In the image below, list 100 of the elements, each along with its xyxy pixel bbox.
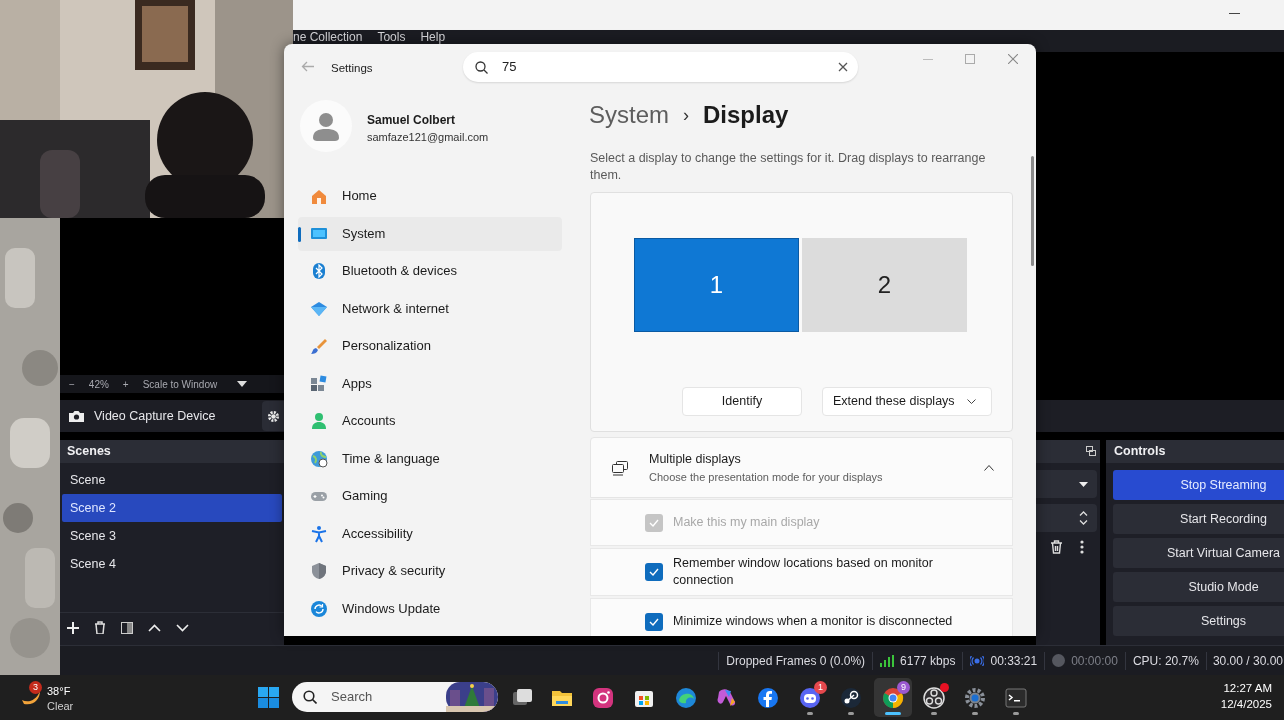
nav-item[interactable]: Accounts — [298, 404, 562, 438]
filter-icon[interactable] — [121, 621, 133, 634]
nav-item[interactable]: Windows Update — [298, 591, 562, 626]
dock-title: Controls — [1114, 443, 1166, 461]
avatar-icon — [300, 100, 352, 152]
search-input[interactable]: Search — [331, 687, 421, 707]
weather-condition: Clear — [47, 699, 74, 714]
menu-item[interactable]: ne Collection — [293, 31, 363, 44]
control-button[interactable]: Stop Streaming — [1113, 470, 1284, 500]
zoom-out-button[interactable]: − — [69, 376, 75, 392]
caret-icon — [1079, 481, 1088, 487]
camera-app-icon — [591, 686, 615, 710]
breadcrumb-parent[interactable]: System — [589, 98, 669, 132]
bitrate: 6177 kbps — [900, 652, 956, 670]
zoom-in-button[interactable]: + — [122, 376, 129, 392]
recorder-icon — [922, 686, 946, 710]
shield-icon — [310, 562, 328, 580]
clock-date[interactable]: 12/4/2025 — [1220, 696, 1272, 712]
control-button[interactable]: Start Recording — [1113, 504, 1284, 534]
terminal-icon — [1004, 686, 1028, 710]
update-icon — [310, 599, 328, 618]
nav-item[interactable]: Home — [298, 179, 562, 213]
displays-icon — [611, 459, 629, 476]
user-email: samfaze121@gmail.com — [367, 130, 489, 145]
multiple-displays-expander[interactable]: Multiple displays Choose the presentation mode for your displays — [590, 437, 1013, 498]
checkbox[interactable] — [645, 563, 663, 581]
undock-icon[interactable] — [1086, 446, 1096, 456]
menu-item[interactable]: Help — [420, 31, 446, 44]
dropdown-field[interactable] — [1036, 470, 1097, 498]
page-title: Display — [703, 100, 789, 130]
identify-button[interactable]: Identify — [682, 387, 802, 416]
trash-icon[interactable] — [1050, 540, 1063, 554]
minimize-icon[interactable] — [1229, 13, 1240, 15]
control-button[interactable]: Start Virtual Camera — [1113, 538, 1284, 568]
search-field[interactable]: 75 — [463, 52, 858, 82]
nav-item[interactable]: Bluetooth & devices — [298, 254, 562, 288]
source-properties-button[interactable] — [262, 401, 284, 431]
search-icon — [303, 690, 317, 704]
scene-item[interactable]: Scene 2 — [62, 494, 282, 522]
decrement-icon[interactable] — [1079, 520, 1088, 525]
trash-icon[interactable] — [94, 621, 106, 634]
spin-field[interactable] — [1036, 504, 1097, 532]
clock-time[interactable]: 12:27 AM — [1223, 680, 1272, 696]
scene-item[interactable]: Scene — [62, 466, 282, 494]
scene-item[interactable]: Scene 4 — [62, 550, 282, 578]
chat-app-icon — [798, 686, 822, 710]
clear-icon[interactable] — [838, 62, 848, 72]
move-up-icon[interactable] — [148, 623, 161, 632]
cpu-usage: CPU: 20.7% — [1124, 651, 1206, 670]
taskbar-app[interactable]: 9 — [874, 678, 912, 717]
record-time: 00:00:00 — [1071, 652, 1118, 670]
menu-item[interactable]: Tools — [377, 31, 406, 44]
control-button[interactable]: Studio Mode — [1113, 572, 1284, 602]
checkbox[interactable] — [645, 612, 663, 631]
chevron-up-icon[interactable] — [984, 464, 994, 471]
taskbar-app[interactable]: 1 — [791, 678, 829, 717]
nav-item[interactable]: Gaming — [298, 479, 562, 513]
user-name: Samuel Colbert — [367, 112, 456, 129]
record-icon — [1052, 654, 1066, 667]
checkbox-label: Remember window locations based on monitor connection — [673, 555, 934, 589]
accessibility-icon — [310, 524, 328, 543]
window-title: Settings — [331, 61, 373, 76]
stream-time: 00:33:21 — [990, 652, 1038, 670]
nav-item[interactable]: Time & language — [298, 441, 562, 476]
start-icon[interactable] — [258, 687, 279, 708]
nav-item[interactable]: Privacy & security — [298, 554, 562, 588]
streaming-icon — [970, 655, 985, 666]
breadcrumb-separator: › — [683, 104, 689, 127]
search-icon — [475, 60, 488, 74]
temperature: 38°F — [47, 684, 71, 699]
notification-badge: 9 — [897, 681, 910, 694]
control-button[interactable]: Settings — [1113, 606, 1284, 636]
brush-icon — [310, 337, 328, 355]
checkbox-label: Make this my main display — [673, 514, 821, 531]
increment-icon[interactable] — [1079, 511, 1088, 516]
search-field[interactable]: Search — [292, 682, 498, 712]
check-icon — [649, 518, 659, 527]
browser-icon — [674, 686, 698, 710]
nav-item[interactable]: Accessibility — [298, 516, 562, 551]
close-icon[interactable] — [1008, 54, 1018, 64]
zoom-level: 42% — [88, 377, 109, 392]
notification-badge: 1 — [814, 681, 827, 694]
nav-item[interactable]: Personalization — [298, 329, 562, 363]
home-icon — [310, 187, 328, 205]
display-tile[interactable]: 2 — [802, 238, 967, 332]
notification-badge: 3 — [29, 681, 42, 694]
move-down-icon[interactable] — [176, 623, 189, 632]
nav-item[interactable]: Apps — [298, 366, 562, 401]
scene-item[interactable]: Scene 3 — [62, 522, 282, 550]
nav-item[interactable]: Network & internet — [298, 291, 562, 326]
nav-item[interactable]: System — [298, 216, 562, 251]
display-mode-dropdown[interactable]: Extend these displays — [822, 387, 992, 416]
add-icon[interactable] — [67, 621, 79, 634]
checkbox-label: Minimize windows when a monitor is disconnected — [673, 613, 954, 630]
dropdown-icon[interactable] — [237, 381, 248, 387]
description: Select a display to change the settings for it. Drag displays to rearrange them. — [590, 150, 987, 184]
more-icon[interactable] — [1080, 540, 1084, 554]
search-input[interactable]: 75 — [502, 57, 838, 77]
display-tile[interactable]: 1 — [634, 238, 799, 332]
scale-mode[interactable]: Scale to Window — [142, 376, 218, 392]
